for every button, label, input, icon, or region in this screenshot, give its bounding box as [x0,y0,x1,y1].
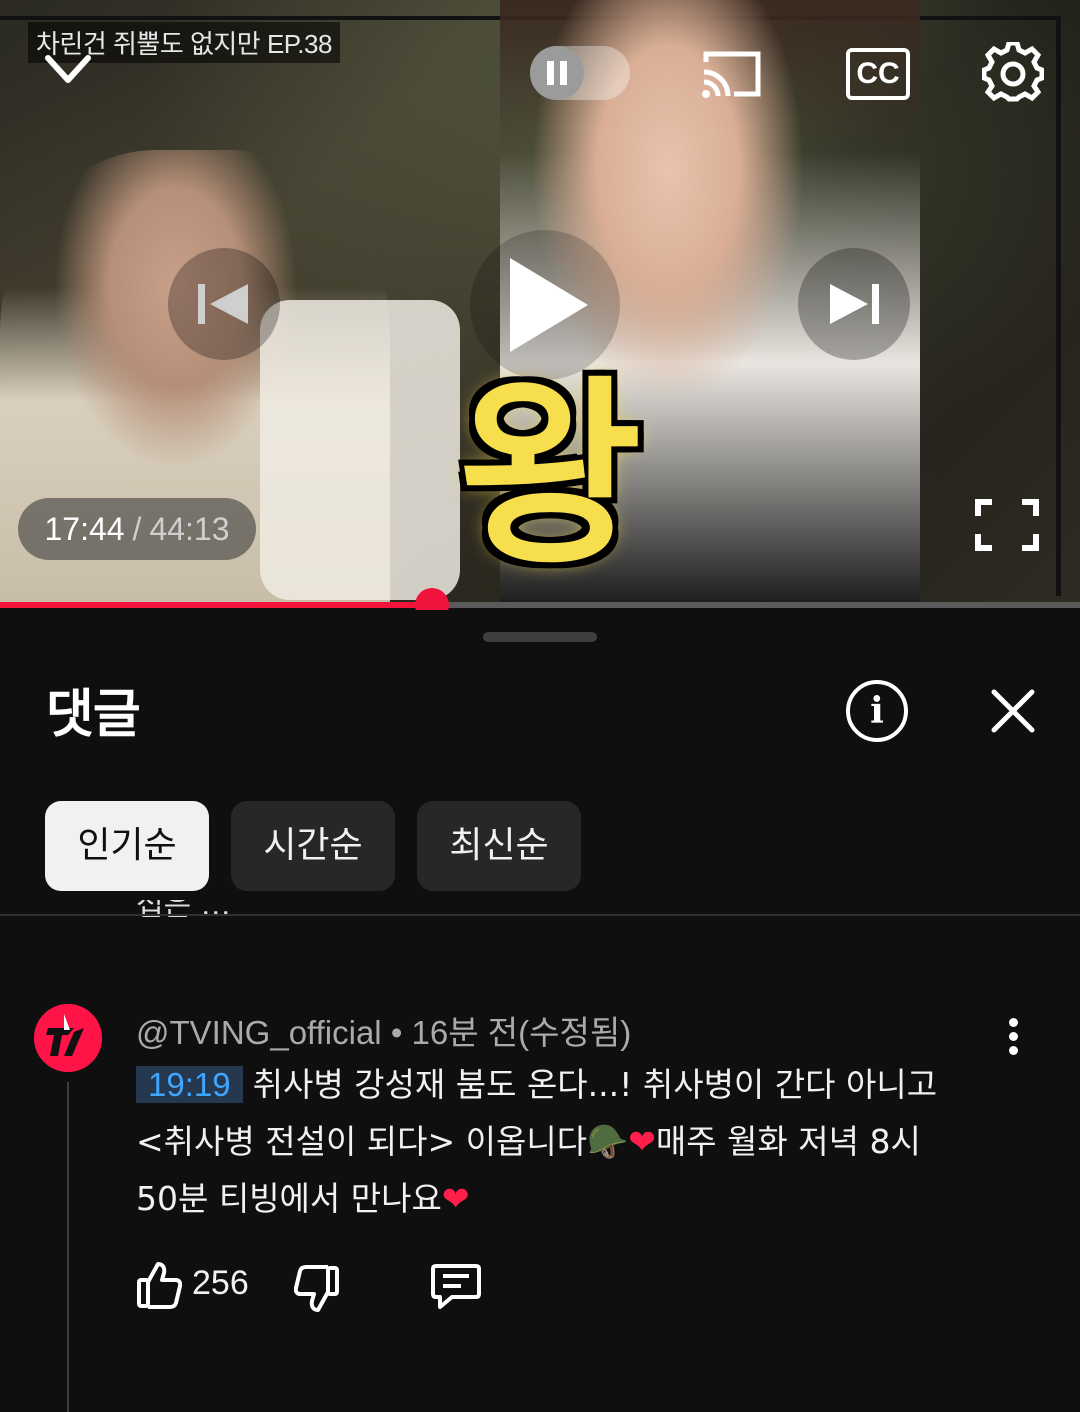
reply-icon[interactable] [430,1262,482,1312]
comment-time: 16분 전(수정됨) [411,1014,632,1051]
skip-next-icon[interactable] [798,248,910,360]
time-separator: / [132,510,142,547]
pause-icon [530,46,584,100]
cast-icon[interactable] [700,48,764,100]
comment-line: 19:19 취사병 강성재 붐도 온다...! 취사병이 간다 아니고 [136,1056,1006,1113]
video-player[interactable]: 왕 차린건 쥐뿔도 없지만 EP.38 CC 17:44 / 44:13 [0,0,1080,606]
timestamp-link[interactable]: 19:19 [136,1066,243,1103]
duration: 44:13 [149,510,230,547]
comment-meta: @TVING_official • 16분 전(수정됨) [136,1006,631,1054]
reply-thread-line [67,1082,69,1412]
skip-previous-icon[interactable] [168,248,280,360]
sort-chip-timeline[interactable]: 시간순 [231,801,395,891]
comments-panel: 댓글 i 인기순 시간순 최신순 접은 … @TVING_official • … [0,610,1080,1412]
sort-chip-newest[interactable]: 최신순 [417,801,581,891]
info-icon[interactable]: i [846,680,908,742]
comment-line: <취사병 전설이 되다> 이옵니다🪖❤매주 월화 저녁 8시 [136,1113,1006,1170]
heart-emoji: ❤ [628,1122,656,1161]
progress-played [0,602,432,608]
helmet-emoji: 🪖 [587,1122,629,1161]
sort-chip-popular[interactable]: 인기순 [45,801,209,891]
heart-emoji: ❤ [441,1179,470,1218]
comment-author[interactable]: @TVING_official [136,1014,382,1051]
close-icon[interactable] [990,688,1036,734]
cc-icon[interactable]: CC [846,48,910,100]
video-overlay-caption: 왕 [457,357,642,592]
gear-icon[interactable] [981,40,1045,104]
pause-toggle[interactable] [530,46,630,100]
thumbs-up-icon[interactable] [136,1260,183,1310]
meta-dot: • [390,1014,403,1051]
comment-line-1: 취사병 강성재 붐도 온다...! 취사병이 간다 아니고 [252,1065,938,1104]
time-display: 17:44 / 44:13 [18,498,256,560]
comment-line-3: 50분 티빙에서 만나요 [136,1179,442,1218]
fullscreen-icon[interactable] [974,498,1040,552]
play-icon[interactable] [470,230,620,380]
panel-title: 댓글 [46,685,141,745]
clipped-previous-text: 접은 … [136,900,231,922]
video-frame-edge [1056,16,1061,596]
chips-divider [0,914,1080,916]
like-count: 256 [192,1264,249,1302]
video-sweater [260,300,460,600]
comment-line: 50분 티빙에서 만나요❤ [136,1170,1006,1227]
current-time: 17:44 [44,510,125,547]
comment-line-2b: 매주 월화 저녁 8시 [655,1122,921,1161]
thumbs-down-icon[interactable] [293,1264,340,1314]
progress-bar[interactable] [0,602,1080,608]
chevron-down-icon[interactable] [42,50,94,90]
avatar[interactable] [34,1004,102,1072]
drag-handle[interactable] [483,632,597,642]
comment-line-2a: <취사병 전설이 되다> 이옵니다 [136,1122,588,1161]
comment-text: 19:19 취사병 강성재 붐도 온다...! 취사병이 간다 아니고 <취사병 … [136,1056,1006,1227]
